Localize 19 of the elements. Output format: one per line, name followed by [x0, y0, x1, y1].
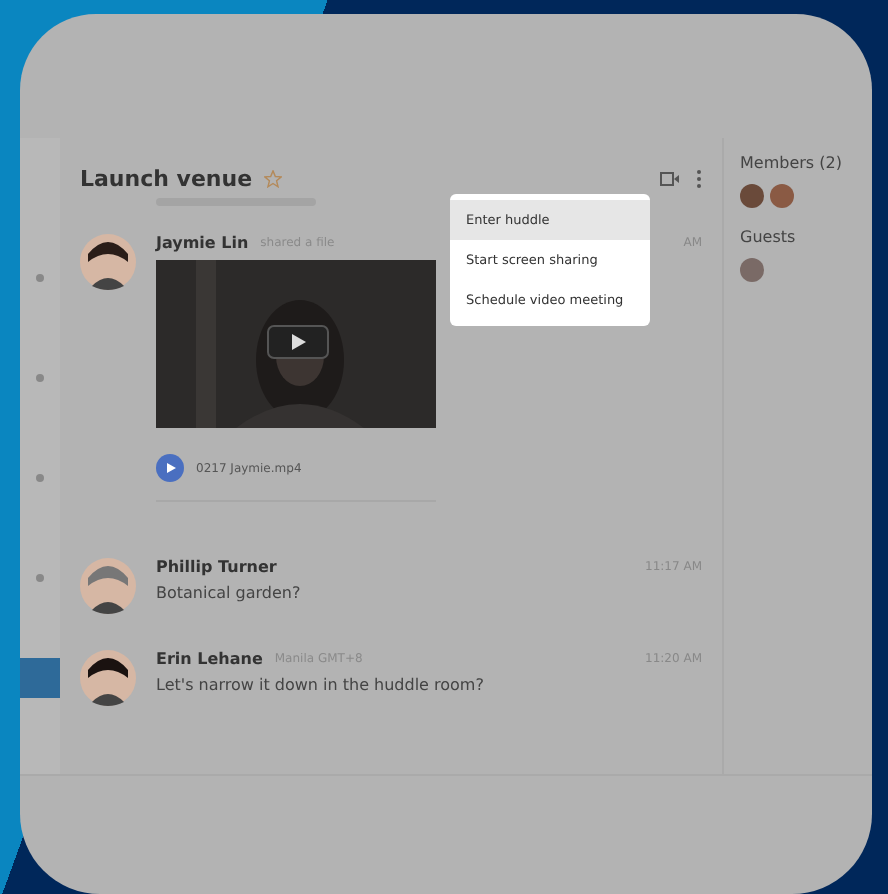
avatar	[80, 234, 136, 290]
guests-title: Guests	[740, 228, 798, 246]
avatar	[770, 184, 794, 208]
more-icon[interactable]	[696, 169, 702, 187]
author-name: Erin Lehane	[156, 650, 263, 668]
message-text: Botanical garden?	[156, 584, 303, 602]
star-icon[interactable]	[264, 169, 283, 187]
play-icon[interactable]	[156, 454, 184, 482]
author-name: Phillip Turner	[156, 558, 277, 576]
avatar	[80, 558, 136, 614]
avatar	[740, 184, 764, 208]
channel-title: Launch venue	[80, 165, 253, 191]
avatar	[80, 650, 136, 706]
members-title: Members (2)	[740, 154, 844, 172]
sidebar-item[interactable]	[20, 658, 60, 698]
avatar	[740, 258, 764, 282]
video-camera-icon[interactable]	[660, 171, 680, 185]
message-text: Let's narrow it down in the huddle room?	[156, 676, 486, 694]
author-name: Jaymie Lin	[156, 234, 249, 252]
